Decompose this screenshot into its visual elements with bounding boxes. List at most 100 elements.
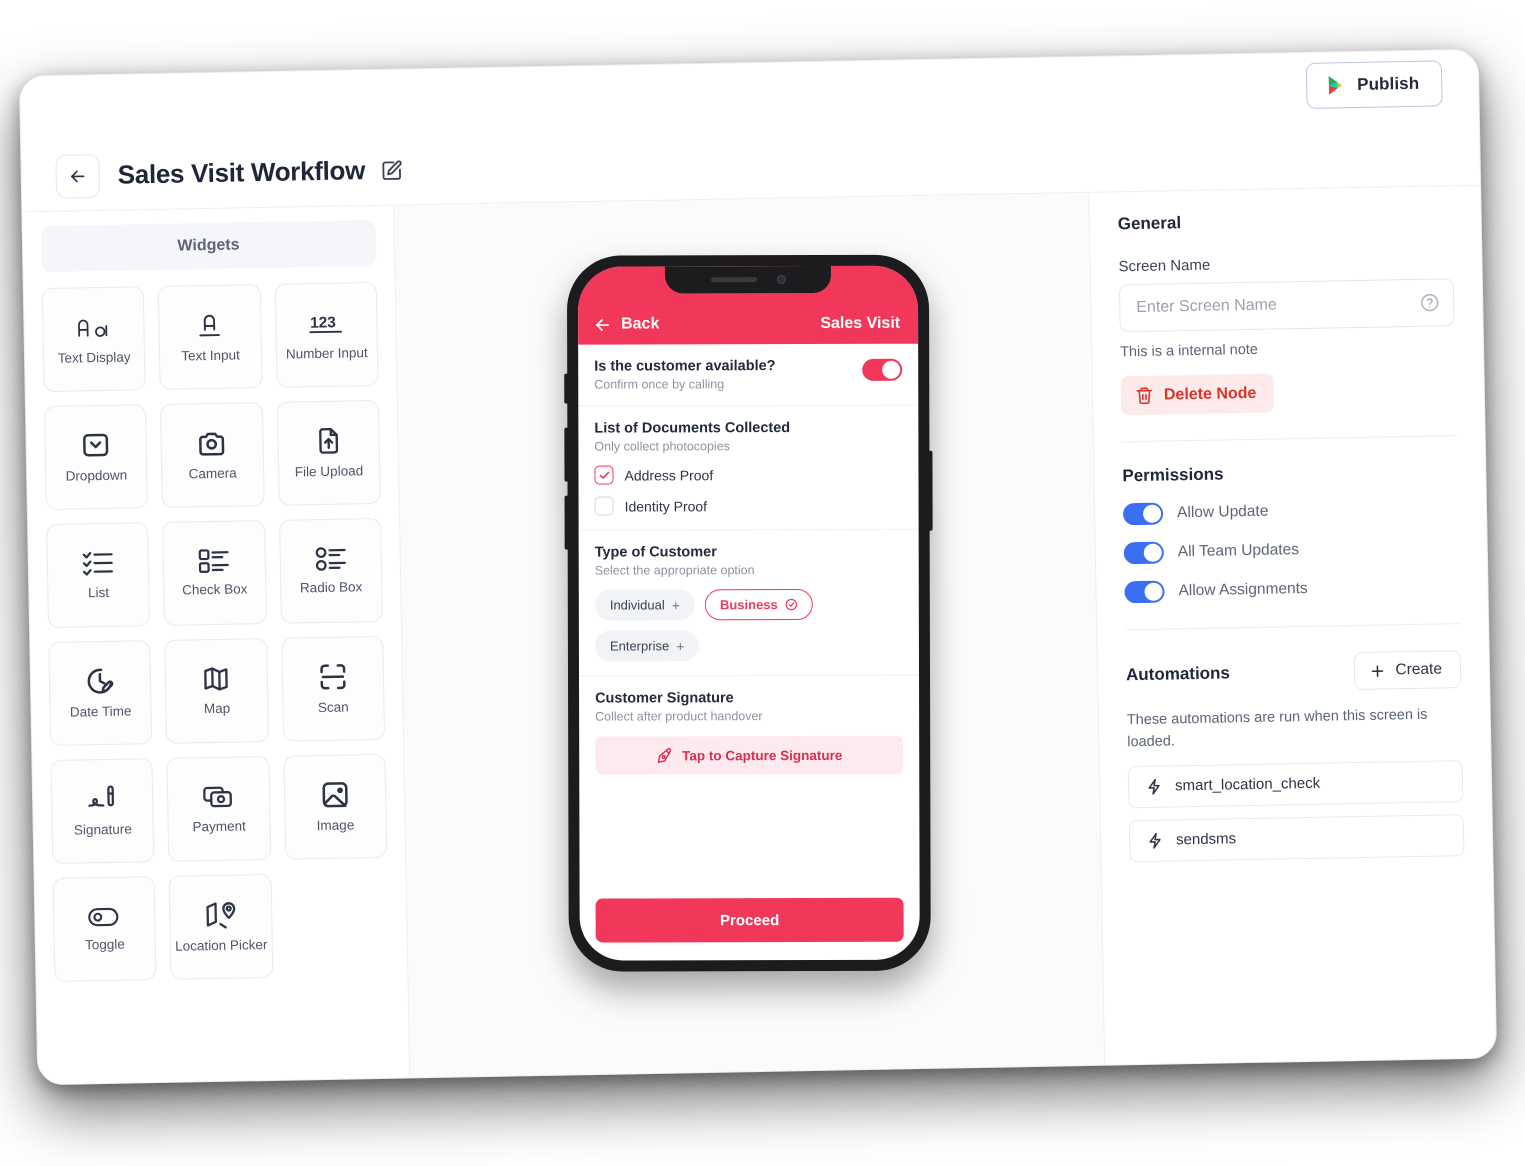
widget-number-input[interactable]: 123 Number Input	[274, 281, 379, 388]
plus-icon: +	[676, 637, 685, 654]
text-input-icon	[199, 314, 221, 337]
image-icon	[322, 782, 348, 808]
availability-subtitle: Confirm once by calling	[594, 377, 725, 392]
phone-preview: Back Sales Visit Is the customer availab…	[564, 254, 933, 972]
text-display-icon	[78, 319, 108, 337]
proceed-button[interactable]: Proceed	[595, 897, 904, 943]
availability-toggle[interactable]	[862, 358, 903, 381]
scan-icon	[320, 664, 346, 690]
toggle-switch[interactable]	[1122, 502, 1164, 526]
payment-icon	[203, 786, 233, 808]
checkbox-checked	[594, 465, 614, 485]
widget-label: Image	[316, 817, 355, 834]
availability-title: Is the customer available?	[594, 358, 776, 375]
publish-label: Publish	[1356, 73, 1420, 94]
capture-signature-button[interactable]: Tap to Capture Signature	[595, 735, 904, 775]
phone-power-button	[928, 450, 933, 531]
phone-back-button[interactable]: Back	[594, 315, 659, 333]
question-circle-icon[interactable]	[1420, 293, 1439, 312]
widget-payment[interactable]: Payment	[166, 755, 271, 862]
widget-label: File Upload	[294, 463, 364, 480]
toggle-icon	[88, 907, 119, 927]
check-circle-icon	[785, 598, 798, 611]
phone-volume-up-button	[564, 427, 569, 482]
automation-label: sendsms	[1175, 830, 1237, 849]
automation-item-smart-location-check[interactable]: smart_location_check	[1127, 759, 1464, 808]
widget-file-upload[interactable]: File Upload	[276, 399, 381, 506]
automations-description: These automations are run when this scre…	[1126, 706, 1428, 751]
pencil-square-icon[interactable]	[381, 159, 403, 181]
app-window: Publish Sales Visit Workflow Widgets Tex…	[18, 48, 1498, 1086]
customer-type-title: Type of Customer	[594, 544, 717, 561]
phone-notch	[664, 265, 832, 294]
widget-signature[interactable]: Signature	[50, 758, 155, 864]
google-play-triangle-icon	[1328, 76, 1342, 95]
automation-label: smart_location_check	[1174, 774, 1321, 795]
signature-subtitle: Collect after product handover	[595, 709, 763, 724]
widget-text-input[interactable]: Text Input	[158, 284, 263, 390]
widget-radio-box[interactable]: Radio Box	[278, 517, 383, 624]
phone-screen: Back Sales Visit Is the customer availab…	[577, 265, 920, 961]
screen-name-input[interactable]	[1136, 294, 1410, 318]
widget-toggle[interactable]: Toggle	[52, 876, 157, 982]
camera-icon	[199, 432, 225, 456]
documents-subtitle: Only collect photocopies	[594, 439, 730, 454]
permission-all-team-updates[interactable]: All Team Updates	[1123, 536, 1459, 565]
widget-date-time[interactable]: Date Time	[48, 640, 153, 747]
section-customer-type: Type of Customer Select the appropriate …	[578, 529, 920, 677]
widget-scan[interactable]: Scan	[280, 635, 386, 742]
widget-check-box[interactable]: Check Box	[162, 520, 267, 626]
customer-type-chips: Individual + Business Enterprise +	[594, 589, 903, 662]
divider	[1121, 435, 1457, 443]
permission-label: Allow Update	[1176, 502, 1269, 522]
checkbox-unchecked	[594, 496, 614, 516]
chip-individual[interactable]: Individual +	[594, 589, 695, 621]
page-title: Sales Visit Workflow	[117, 155, 366, 190]
phone-form-body: Is the customer available? Confirm once …	[578, 343, 920, 961]
phone-spacer	[579, 788, 919, 899]
proceed-wrap: Proceed	[580, 897, 920, 961]
widget-label: Text Input	[181, 347, 240, 364]
screen-name-field[interactable]	[1118, 278, 1455, 333]
create-automation-button[interactable]: Create	[1354, 650, 1462, 691]
widget-camera[interactable]: Camera	[160, 402, 265, 508]
widget-label: Scan	[317, 699, 349, 716]
section-availability: Is the customer available? Confirm once …	[578, 343, 919, 407]
widget-list[interactable]: List	[46, 522, 151, 629]
toggle-switch[interactable]	[1124, 580, 1165, 604]
pen-nib-icon	[657, 747, 671, 763]
automations-heading: Automations	[1125, 663, 1231, 685]
automation-item-sendsms[interactable]: sendsms	[1128, 813, 1465, 862]
widget-map[interactable]: Map	[164, 638, 269, 744]
document-option-identity-proof[interactable]: Identity Proof	[594, 496, 903, 516]
document-option-label: Identity Proof	[624, 497, 708, 515]
svg-text:123: 123	[310, 314, 336, 331]
widget-text-display[interactable]: Text Display	[41, 286, 146, 393]
delete-node-label: Delete Node	[1163, 384, 1257, 404]
delete-node-button[interactable]: Delete Node	[1120, 373, 1275, 416]
inspector-panel: General Screen Name This is a internal n…	[1088, 185, 1497, 1067]
widget-label: Map	[203, 700, 231, 717]
chip-enterprise[interactable]: Enterprise +	[594, 630, 700, 662]
widget-label: Payment	[192, 818, 246, 835]
divider	[1125, 623, 1461, 631]
list-icon	[82, 552, 114, 576]
widget-location-picker[interactable]: Location Picker	[168, 873, 274, 980]
permission-allow-update[interactable]: Allow Update	[1122, 497, 1458, 526]
map-icon	[204, 667, 229, 691]
file-upload-icon	[318, 428, 338, 454]
widget-dropdown[interactable]: Dropdown	[43, 404, 149, 511]
widgets-sidebar: Widgets Text Display Text Input 123 Numb…	[22, 205, 411, 1086]
toggle-switch[interactable]	[1123, 541, 1165, 565]
permission-allow-assignments[interactable]: Allow Assignments	[1124, 575, 1459, 604]
widget-image[interactable]: Image	[283, 753, 388, 860]
radio-box-icon	[315, 547, 346, 571]
chip-business[interactable]: Business	[704, 589, 813, 621]
section-documents: List of Documents Collected Only collect…	[578, 405, 919, 531]
general-heading: General	[1117, 213, 1182, 234]
phone-appbar-title: Sales Visit	[820, 314, 901, 332]
publish-button[interactable]: Publish	[1305, 60, 1443, 109]
location-picker-icon	[206, 902, 236, 929]
back-button[interactable]	[55, 153, 101, 199]
document-option-address-proof[interactable]: Address Proof	[594, 465, 902, 485]
